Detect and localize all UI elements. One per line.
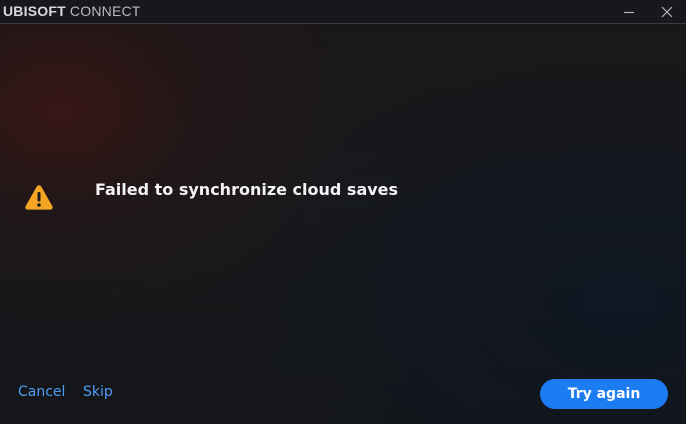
cancel-button[interactable]: Cancel: [18, 384, 65, 400]
minimize-button[interactable]: [610, 0, 648, 23]
try-again-button[interactable]: Try again: [540, 379, 668, 409]
title-bar[interactable]: UBISOFT CONNECT: [0, 0, 686, 24]
app-window: UBISOFT CONNECT Failed to synchronize cl…: [0, 0, 686, 424]
minimize-icon: [624, 11, 634, 13]
error-message: Failed to synchronize cloud saves: [95, 180, 399, 199]
window-controls: [610, 0, 686, 23]
dialog-content: Failed to synchronize cloud saves Cancel…: [0, 25, 686, 424]
app-title-brand: UBISOFT: [3, 3, 66, 19]
skip-button[interactable]: Skip: [83, 384, 113, 400]
warning-icon: [25, 185, 53, 210]
app-title-product: CONNECT: [65, 3, 141, 19]
app-title: UBISOFT CONNECT: [3, 3, 141, 19]
close-button[interactable]: [648, 0, 686, 23]
close-icon: [661, 6, 673, 17]
